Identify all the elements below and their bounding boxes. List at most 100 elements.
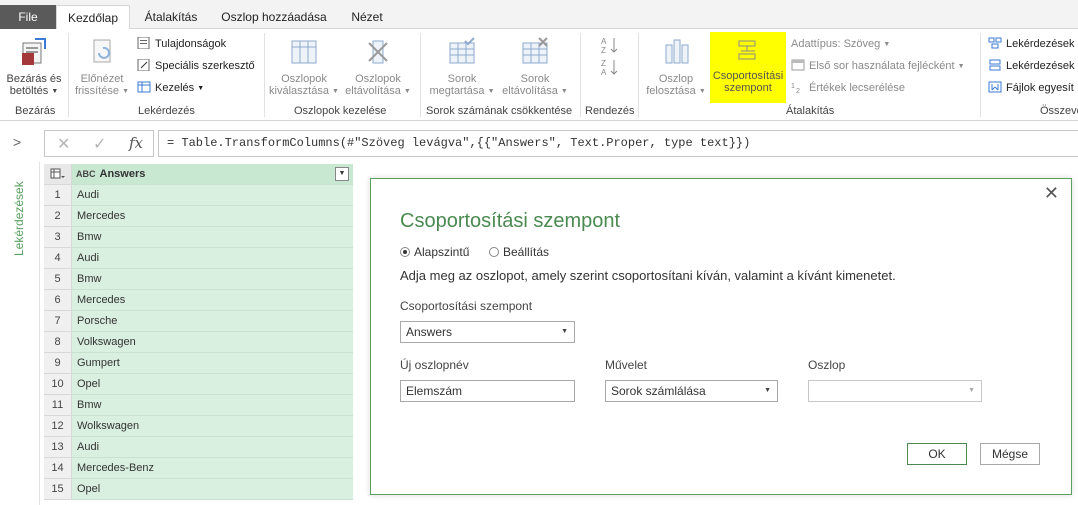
keep-rows-button[interactable]: Sorok megtartása ▼ xyxy=(425,37,499,98)
row-number[interactable]: 14 xyxy=(44,458,72,479)
group-by-button[interactable]: Csoportosítási szempont xyxy=(710,32,786,103)
table-row[interactable]: 3 Bmw xyxy=(44,227,354,248)
group-label-manage-columns: Oszlopok kezelése xyxy=(294,105,387,117)
row-number[interactable]: 8 xyxy=(44,332,72,353)
close-load-button[interactable]: Bezárás és betöltés ▼ xyxy=(4,37,64,98)
row-number[interactable]: 10 xyxy=(44,374,72,395)
table-row[interactable]: 6 Mercedes xyxy=(44,290,354,311)
table-cell[interactable]: Audi xyxy=(72,248,353,269)
table-cell[interactable]: Audi xyxy=(72,185,353,206)
row-number[interactable]: 12 xyxy=(44,416,72,437)
row-number[interactable]: 11 xyxy=(44,395,72,416)
table-cell[interactable]: Bmw xyxy=(72,227,353,248)
chevron-down-icon: ▼ xyxy=(197,85,205,92)
row-number[interactable]: 9 xyxy=(44,353,72,374)
cancel-icon[interactable]: ✕ xyxy=(57,134,70,154)
remove-columns-button[interactable]: Oszlopok eltávolítása ▼ xyxy=(343,37,413,98)
manage-button[interactable]: Kezelés ▼ xyxy=(137,79,204,97)
merge-queries-button[interactable]: Lekérdezések xyxy=(988,35,1075,53)
table-row[interactable]: 12 Wolkswagen xyxy=(44,416,354,437)
properties-button[interactable]: Tulajdonságok xyxy=(137,35,226,53)
append-queries-icon xyxy=(989,59,1001,71)
new-column-input[interactable]: Elemszám xyxy=(400,380,575,402)
choose-columns-label-2: kiválasztása xyxy=(269,85,329,97)
radio-advanced-label: Beállítás xyxy=(503,245,550,259)
remove-rows-button[interactable]: Sorok eltávolítása ▼ xyxy=(500,37,570,98)
append-queries-button[interactable]: Lekérdezések xyxy=(988,57,1075,75)
tab-add-column[interactable]: Oszlop hozzáadása xyxy=(215,5,333,29)
table-cell[interactable]: Mercedes-Benz xyxy=(72,458,353,479)
tab-home[interactable]: Kezdőlap xyxy=(56,5,130,30)
row-number[interactable]: 13 xyxy=(44,437,72,458)
table-row[interactable]: 13 Audi xyxy=(44,437,354,458)
advanced-editor-button[interactable]: Speciális szerkesztő xyxy=(137,57,255,75)
table-cell[interactable]: Volkswagen xyxy=(72,332,353,353)
sort-ascending-button[interactable]: AZ xyxy=(596,35,624,58)
chevron-down-icon: ▼ xyxy=(561,328,568,335)
row-number[interactable]: 15 xyxy=(44,479,72,500)
row-number[interactable]: 7 xyxy=(44,311,72,332)
split-column-button[interactable]: Oszlop felosztása ▼ xyxy=(643,37,709,98)
sort-descending-button[interactable]: ZA xyxy=(596,57,624,80)
close-icon[interactable]: ✕ xyxy=(1044,183,1059,204)
table-cell[interactable]: Bmw xyxy=(72,269,353,290)
ok-button[interactable]: OK xyxy=(907,443,967,465)
data-type-dropdown[interactable]: Adattípus: Szöveg ▼ xyxy=(791,35,890,53)
group-label-close: Bezárás xyxy=(15,105,56,117)
column-filter-icon[interactable]: ▼ xyxy=(335,167,349,181)
group-by-select[interactable]: Answers ▼ xyxy=(400,321,575,343)
replace-values-button[interactable]: 1 2 Értékek lecserélése xyxy=(791,79,905,97)
table-row[interactable]: 9 Gumpert xyxy=(44,353,354,374)
table-row[interactable]: 1 Audi xyxy=(44,185,354,206)
row-number[interactable]: 6 xyxy=(44,290,72,311)
formula-input[interactable]: = Table.TransformColumns(#"Szöveg levágv… xyxy=(158,130,1078,157)
row-number[interactable]: 1 xyxy=(44,185,72,206)
table-cell[interactable]: Audi xyxy=(72,437,353,458)
table-row[interactable]: 7 Porsche xyxy=(44,311,354,332)
row-number[interactable]: 5 xyxy=(44,269,72,290)
radio-advanced[interactable]: Beállítás xyxy=(489,245,549,259)
confirm-icon[interactable]: ✓ xyxy=(93,134,106,154)
table-header-row: ABC Answers ▼ xyxy=(44,164,354,185)
keep-rows-label-1: Sorok xyxy=(447,73,477,85)
table-row[interactable]: 2 Mercedes xyxy=(44,206,354,227)
table-row[interactable]: 11 Bmw xyxy=(44,395,354,416)
table-cell[interactable]: Opel xyxy=(72,479,353,500)
table-cell[interactable]: Wolkswagen xyxy=(72,416,353,437)
preview-refresh-button[interactable]: Előnézet frissítése ▼ xyxy=(72,37,132,98)
cancel-button[interactable]: Mégse xyxy=(980,443,1040,465)
radio-basic[interactable]: Alapszintű xyxy=(400,245,469,259)
table-row[interactable]: 5 Bmw xyxy=(44,269,354,290)
table-cell[interactable]: Opel xyxy=(72,374,353,395)
row-number[interactable]: 4 xyxy=(44,248,72,269)
group-label-sort: Rendezés xyxy=(585,105,635,117)
tab-transform[interactable]: Átalakítás xyxy=(138,5,204,29)
row-number[interactable]: 3 xyxy=(44,227,72,248)
operation-select[interactable]: Sorok számlálása ▼ xyxy=(605,380,778,402)
combine-files-button[interactable]: Fájlok egyesít xyxy=(988,79,1074,97)
table-menu-icon[interactable] xyxy=(44,164,72,185)
tab-file[interactable]: File xyxy=(0,5,56,29)
table-row[interactable]: 14 Mercedes-Benz xyxy=(44,458,354,479)
queries-side-panel[interactable]: Lekérdezések xyxy=(0,162,40,505)
choose-columns-button[interactable]: Oszlopok kiválasztása ▼ xyxy=(268,37,340,98)
expand-queries-icon[interactable]: > xyxy=(13,134,21,150)
group-by-dialog: ✕ Csoportosítási szempont Alapszintű Beá… xyxy=(370,178,1072,495)
table-cell[interactable]: Mercedes xyxy=(72,206,353,227)
table-cell[interactable]: Gumpert xyxy=(72,353,353,374)
table-row[interactable]: 4 Audi xyxy=(44,248,354,269)
row-number[interactable]: 2 xyxy=(44,206,72,227)
use-first-row-button[interactable]: Első sor használata fejlécként ▼ xyxy=(791,57,965,75)
column-select[interactable]: ▼ xyxy=(808,380,982,402)
fx-icon[interactable]: fx xyxy=(129,134,143,152)
text-type-icon[interactable]: ABC xyxy=(76,169,96,179)
table-row[interactable]: 10 Opel xyxy=(44,374,354,395)
column-header-answers[interactable]: ABC Answers ▼ xyxy=(72,164,353,185)
chevron-down-icon: ▼ xyxy=(957,63,965,70)
table-row[interactable]: 8 Volkswagen xyxy=(44,332,354,353)
table-cell[interactable]: Bmw xyxy=(72,395,353,416)
table-cell[interactable]: Porsche xyxy=(72,311,353,332)
tab-view[interactable]: Nézet xyxy=(343,5,391,29)
table-row[interactable]: 15 Opel xyxy=(44,479,354,500)
table-cell[interactable]: Mercedes xyxy=(72,290,353,311)
